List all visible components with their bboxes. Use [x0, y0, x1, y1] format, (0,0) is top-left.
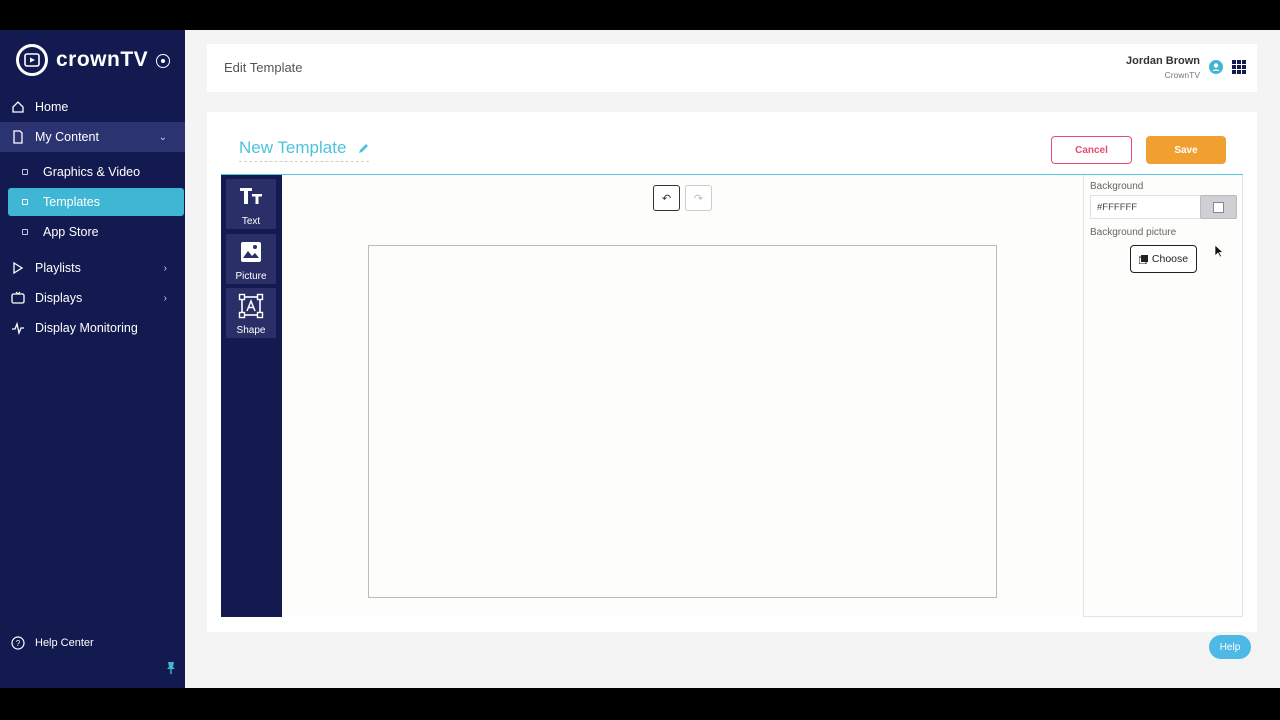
sidebar-item-home[interactable]: Home	[0, 92, 185, 122]
pencil-icon[interactable]	[358, 143, 369, 154]
tv-icon	[11, 291, 25, 305]
bullet-icon	[22, 199, 28, 205]
svg-text:?: ?	[16, 639, 21, 648]
sidebar-help-center[interactable]: ? Help Center	[0, 628, 185, 658]
tool-shape[interactable]: Shape	[226, 288, 276, 338]
cancel-button[interactable]: Cancel	[1051, 136, 1132, 164]
tool-label: Text	[241, 216, 261, 227]
choose-label: Choose	[1151, 253, 1189, 265]
apps-grid-icon[interactable]	[1232, 60, 1246, 74]
sidebar: crownTV Home My Content ⌄ Graphics & Vid…	[0, 30, 185, 688]
sidebar-item-displays[interactable]: Displays ›	[0, 283, 185, 313]
sidebar-item-display-monitoring[interactable]: Display Monitoring	[0, 313, 185, 343]
tool-label: Picture	[235, 271, 267, 282]
bullet-icon	[22, 229, 28, 235]
brand-logo[interactable]: crownTV	[16, 44, 148, 76]
tool-picture[interactable]: Picture	[226, 234, 276, 284]
registered-icon	[156, 54, 170, 68]
user-name[interactable]: Jordan Brown	[1126, 55, 1200, 67]
properties-panel: Background Background picture Choose	[1083, 175, 1243, 617]
sidebar-subitem-label: Templates	[43, 195, 100, 209]
sidebar-subitem-label: Graphics & Video	[43, 165, 141, 179]
sidebar-item-label: Display Monitoring	[35, 321, 138, 335]
image-icon	[241, 242, 261, 262]
pulse-icon	[11, 321, 25, 335]
sidebar-subitem-app-store[interactable]: App Store	[8, 218, 184, 246]
sidebar-subitem-templates[interactable]: Templates	[8, 188, 184, 216]
help-center-label: Help Center	[35, 637, 94, 649]
background-label: Background	[1090, 181, 1144, 192]
template-name-text: New Template	[239, 138, 347, 157]
sidebar-item-label: My Content	[35, 130, 99, 144]
help-button[interactable]: Help	[1209, 635, 1251, 659]
home-icon	[11, 100, 25, 114]
play-icon	[11, 261, 25, 275]
sidebar-item-my-content[interactable]: My Content ⌄	[0, 122, 185, 152]
brand-name: crownTV	[56, 48, 149, 71]
pin-icon[interactable]	[165, 661, 177, 675]
template-canvas[interactable]	[368, 245, 997, 598]
app-frame: crownTV Home My Content ⌄ Graphics & Vid…	[0, 30, 1280, 688]
editor-workspace: Text Picture Shape ↶ ↷ Background Backgr…	[221, 174, 1243, 617]
choose-picture-button[interactable]: Choose	[1130, 245, 1197, 273]
mouse-cursor-icon	[1214, 244, 1224, 258]
sidebar-item-label: Displays	[35, 291, 83, 305]
help-circle-icon: ?	[11, 636, 25, 650]
sidebar-subitem-graphics-video[interactable]: Graphics & Video	[8, 158, 184, 186]
text-size-icon	[240, 188, 262, 204]
undo-button[interactable]: ↶	[653, 185, 680, 211]
template-editor-card: New Template Cancel Save Text Picture Sh…	[207, 112, 1257, 632]
color-swatch	[1213, 201, 1224, 213]
tv-logo-icon	[16, 44, 48, 76]
chevron-right-icon: ›	[163, 292, 167, 304]
shape-icon	[238, 293, 264, 319]
sidebar-item-label: Playlists	[35, 261, 81, 275]
save-button[interactable]: Save	[1146, 136, 1226, 164]
chevron-down-icon: ⌄	[158, 131, 167, 143]
document-icon	[11, 130, 25, 144]
background-picture-label: Background picture	[1090, 227, 1177, 238]
redo-button[interactable]: ↷	[685, 185, 712, 211]
bullet-icon	[22, 169, 28, 175]
color-picker-button[interactable]	[1200, 195, 1237, 219]
tool-label: Shape	[236, 325, 266, 336]
user-organization: CrownTV	[1164, 70, 1200, 80]
element-toolbox: Text Picture Shape	[221, 175, 282, 617]
gallery-icon	[1138, 254, 1148, 264]
tool-text[interactable]: Text	[226, 179, 276, 229]
user-avatar-icon[interactable]	[1209, 60, 1223, 74]
chevron-right-icon: ›	[163, 262, 167, 274]
top-header: Edit Template Jordan Brown CrownTV	[207, 44, 1257, 92]
sidebar-item-label: Home	[35, 100, 69, 114]
sidebar-subitem-label: App Store	[43, 225, 99, 239]
background-color-input[interactable]	[1090, 195, 1204, 219]
template-name[interactable]: New Template	[239, 138, 370, 162]
sidebar-item-playlists[interactable]: Playlists ›	[0, 253, 185, 283]
page-title: Edit Template	[224, 60, 303, 75]
